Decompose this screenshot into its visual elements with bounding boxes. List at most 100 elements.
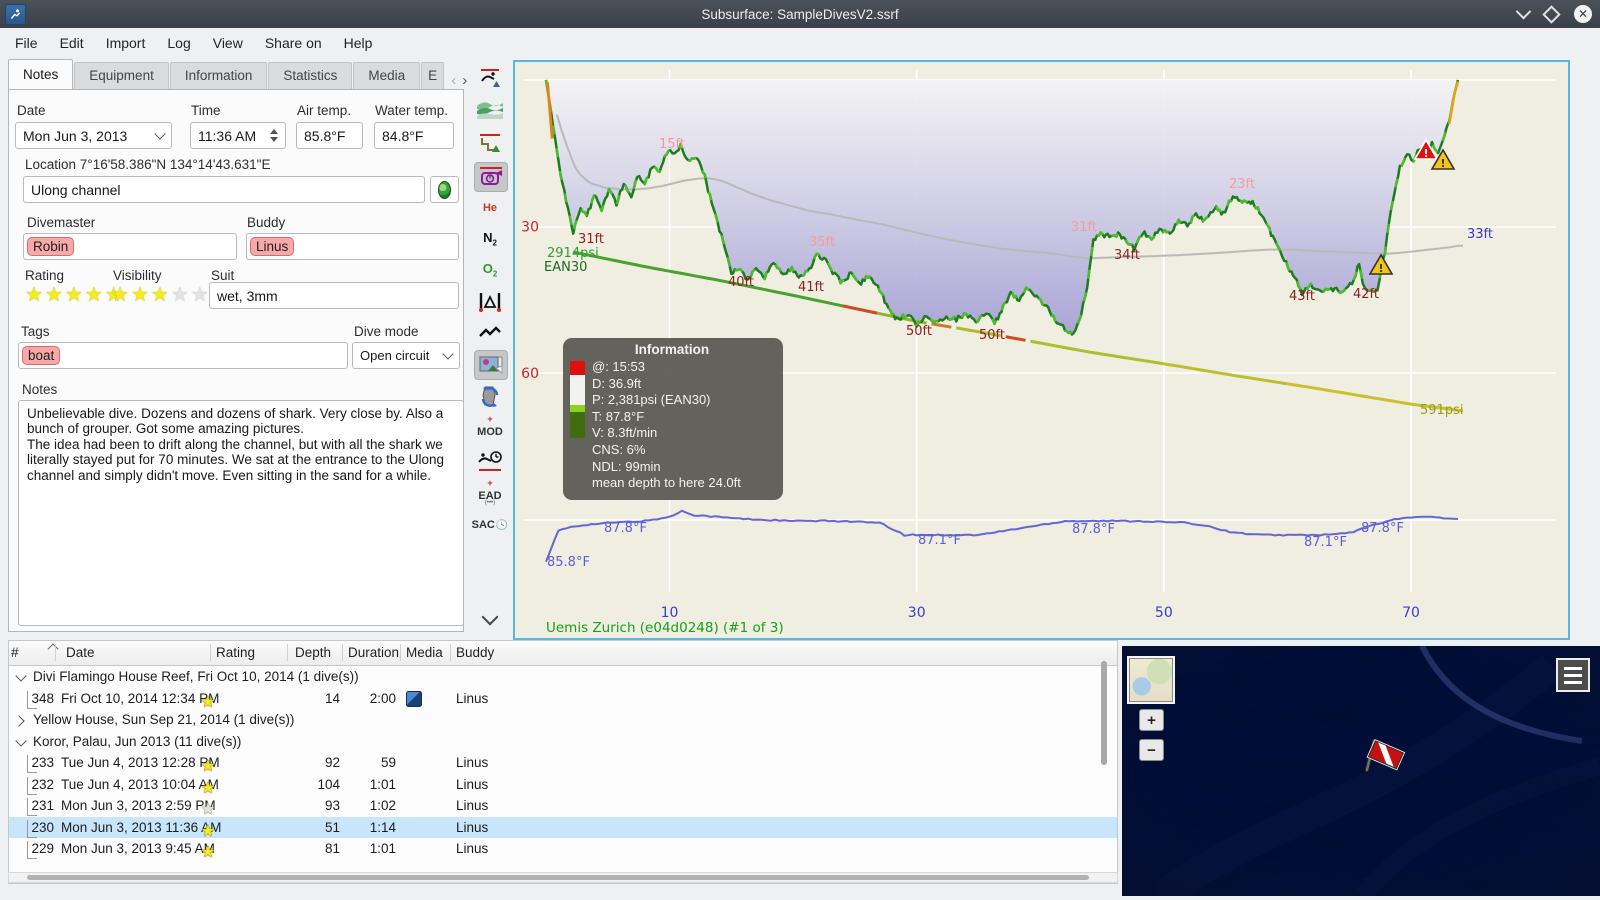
trip-label: Yellow House, Sun Sep 21, 2014 (1 dive(s…	[33, 712, 295, 727]
profile-annotation: 31ft	[578, 232, 604, 247]
calculated-ceiling-icon[interactable]	[474, 130, 506, 158]
ruler-icon[interactable]	[474, 287, 506, 315]
helium-graph-icon[interactable]: He	[474, 194, 506, 222]
buddy-label: Buddy	[247, 215, 286, 230]
location-label: Location 7°16'58.386"N 134°14'43.631"E	[25, 157, 271, 172]
tab-media[interactable]: Media	[353, 62, 421, 89]
spinner-arrows-icon[interactable]	[270, 129, 278, 142]
oxygen-graph-icon[interactable]: O2	[474, 256, 506, 284]
dive-list: # Date Rating Depth Duration Media Buddy Divi …	[8, 640, 1118, 884]
col-number[interactable]: #	[11, 645, 19, 660]
divemode-select[interactable]: Open circuit	[352, 342, 460, 369]
airtemp-field[interactable]: 85.8°F	[296, 122, 363, 149]
nitrogen-graph-icon[interactable]: N2	[474, 225, 506, 253]
info-box-title: Information	[634, 342, 710, 357]
sac-icon[interactable]: SAC 🕓	[472, 511, 509, 539]
dive-row[interactable]: 229 Mon Jun 3, 2013 9:45 AM ★ ★ ★ ★ ★ 81 1:01 Lin…	[9, 838, 1117, 861]
ead-icon[interactable]: + EAD (•••)	[474, 478, 506, 507]
buddy-chip[interactable]: Linus	[250, 237, 295, 256]
dive-buddy: Linus	[456, 755, 489, 770]
menu-view[interactable]: View	[202, 30, 254, 56]
dive-row[interactable]: 232 Tue Jun 4, 2013 10:04 AM ★ ★ ★ ★ ★ 104 1:01 L…	[9, 774, 1117, 797]
menu-file[interactable]: File	[4, 30, 49, 56]
divemaster-input[interactable]: Robin	[23, 233, 237, 260]
tree-caret-icon[interactable]	[15, 734, 27, 747]
menu-share-on[interactable]: Share on	[254, 30, 333, 56]
tab-equipment[interactable]: Equipment	[74, 62, 169, 89]
tab-notes[interactable]: Notes	[8, 59, 74, 89]
menu-log[interactable]: Log	[156, 30, 201, 56]
zoom-in-button[interactable]: +	[1139, 709, 1164, 731]
suit-input[interactable]: wet, 3mm	[209, 282, 459, 309]
trip-row[interactable]: Koror, Palau, Jun 2013 (11 dive(s))	[9, 731, 1117, 753]
dive-computer-icon[interactable]	[474, 383, 506, 411]
dc-ceiling-icon[interactable]	[474, 64, 506, 92]
tab-e[interactable]: E	[421, 62, 445, 89]
heartrate-icon[interactable]	[474, 318, 506, 346]
photos-icon[interactable]	[474, 350, 508, 380]
vertical-scrollbar[interactable]	[1101, 661, 1107, 765]
dive-buddy: Linus	[456, 776, 489, 792]
tree-caret-icon[interactable]	[13, 715, 25, 727]
dive-row[interactable]: 233 Tue Jun 4, 2013 12:28 PM ★ ★ ★ ★ ★ 92 59 Linu…	[9, 752, 1117, 775]
watertemp-field[interactable]: 84.8°F	[374, 122, 454, 149]
maximize-icon[interactable]	[1542, 4, 1561, 24]
svg-text:!: !	[1423, 147, 1428, 160]
tab-scroll-left-icon[interactable]: ‹	[451, 72, 462, 89]
col-media[interactable]: Media	[406, 645, 443, 660]
rating-stars[interactable]: ★★★★★	[25, 282, 125, 307]
dive-map[interactable]: + −	[1122, 646, 1600, 896]
trip-row[interactable]: Yellow House, Sun Sep 21, 2014 (1 dive(s…	[9, 709, 1117, 731]
zoom-out-button[interactable]: −	[1139, 739, 1164, 761]
y-axis-tick: 30	[521, 220, 539, 236]
date-dropdown[interactable]: Mon Jun 3, 2013	[15, 122, 172, 149]
dive-row[interactable]: 230 Mon Jun 3, 2013 11:36 AM ★ ★ ★ ★ ★ 51 1:14 Li…	[9, 816, 1117, 840]
minimize-icon[interactable]	[1515, 3, 1532, 19]
col-depth[interactable]: Depth	[295, 645, 331, 660]
close-icon[interactable]: ✕	[1574, 5, 1592, 23]
tags-input[interactable]: boat	[18, 342, 348, 369]
dive-list-header[interactable]: # Date Rating Depth Duration Media Buddy	[9, 641, 1117, 666]
divemaster-chip[interactable]: Robin	[27, 237, 75, 256]
dive-date: Mon Jun 3, 2013 9:45 AM	[61, 841, 215, 856]
dive-row[interactable]: 348 Fri Oct 10, 2014 12:34 PM ★ ★ ★ ★ ★ 14 2:00 L…	[9, 688, 1117, 711]
scrollbar-thumb[interactable]	[27, 875, 1089, 880]
dive-duration: 59	[380, 755, 396, 770]
trip-label: Divi Flamingo House Reef, Fri Oct 10, 20…	[33, 669, 359, 684]
media-icon[interactable]	[406, 690, 422, 707]
map-menu-icon[interactable]	[1556, 658, 1590, 692]
ndl-icon[interactable]	[474, 447, 506, 475]
mod-icon[interactable]: + MOD	[474, 414, 506, 443]
trip-row[interactable]: Divi Flamingo House Reef, Fri Oct 10, 20…	[9, 666, 1117, 688]
col-date[interactable]: Date	[66, 645, 95, 660]
setpoint-icon[interactable]	[474, 162, 508, 192]
location-input[interactable]: Ulong channel	[23, 176, 425, 203]
col-rating[interactable]: Rating	[216, 645, 255, 660]
menu-import[interactable]: Import	[95, 30, 157, 56]
dive-row[interactable]: 231 Mon Jun 3, 2013 2:59 PM ★ ★ ★ ★ ★ 93 1:02 Lin…	[9, 795, 1117, 818]
sort-indicator-icon[interactable]	[47, 643, 59, 655]
dive-flag-marker[interactable]	[1362, 738, 1410, 787]
dive-computer-label: Uemis Zurich (e04d0248) (#1 of 3)	[546, 620, 784, 634]
dive-profile-chart[interactable]: 30 60 10 30 50 70 31ft 40ft 41ft 50ft 50ft 34ft 43ft…	[513, 60, 1570, 640]
tag-chip[interactable]: boat	[22, 346, 61, 365]
tab-information[interactable]: Information	[169, 62, 268, 89]
tab-statistics[interactable]: Statistics	[268, 62, 353, 89]
menu-help[interactable]: Help	[333, 30, 384, 56]
menu-bar: File Edit Import Log View Share on Help	[0, 28, 1600, 58]
col-duration[interactable]: Duration	[348, 645, 399, 660]
dive-list-rows: Divi Flamingo House Reef, Fri Oct 10, 20…	[9, 666, 1117, 861]
buddy-input[interactable]: Linus	[246, 233, 459, 260]
menu-edit[interactable]: Edit	[49, 30, 95, 56]
ceiling-shades-icon[interactable]	[474, 96, 506, 124]
suit-label: Suit	[211, 268, 235, 283]
col-buddy[interactable]: Buddy	[456, 645, 494, 660]
globe-button[interactable]	[430, 176, 459, 203]
time-spinner[interactable]: 11:36 AM	[190, 122, 286, 149]
collapse-chevron-icon[interactable]	[474, 605, 506, 633]
horizontal-scrollbar[interactable]	[8, 872, 1118, 883]
visibility-stars[interactable]: ★★★★★	[111, 282, 211, 307]
minimap[interactable]	[1127, 656, 1175, 704]
tree-caret-icon[interactable]	[15, 670, 27, 682]
notes-textarea[interactable]: Unbelievable dive. Dozens and dozens of …	[18, 400, 464, 626]
